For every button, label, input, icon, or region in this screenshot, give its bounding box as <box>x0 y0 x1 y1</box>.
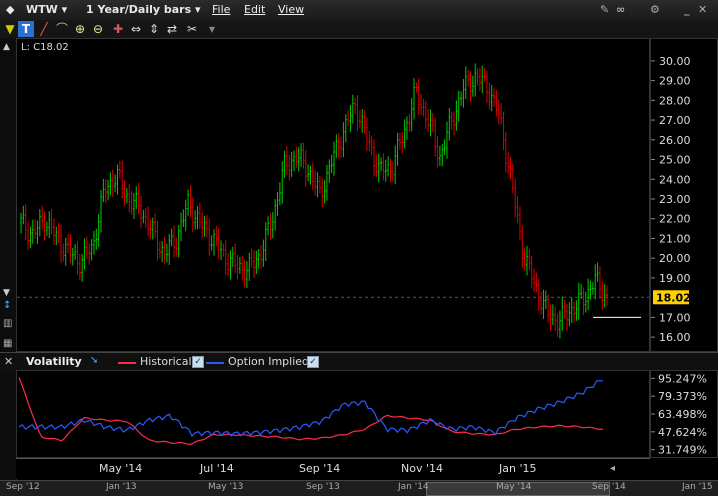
price-tick-label: 28.00 <box>659 94 691 107</box>
grid-icon[interactable]: ▦ <box>3 338 12 349</box>
zoom-in-icon[interactable]: ⊕ <box>72 21 88 37</box>
volatility-axis: 95.247% 79.373% 63.498% 47.624% 31.749% <box>650 370 718 458</box>
vol-tick-label: 79.373% <box>658 390 707 403</box>
scroll-tick: Jan '14 <box>398 482 429 492</box>
scroll-tick: Sep '13 <box>306 482 340 492</box>
last-price-value: 18.02 <box>656 291 691 304</box>
scroll-up-icon[interactable]: ▲ <box>3 42 10 52</box>
volatility-header: ✕ Volatility ➘ Historical ✓ Option Impli… <box>0 352 718 371</box>
tools-icon[interactable]: ✂ <box>184 21 200 37</box>
scroll-right-icon[interactable]: ◂ <box>610 463 615 474</box>
price-tick-label: 27.00 <box>659 114 691 127</box>
wrench-icon[interactable]: ✎ <box>600 3 609 16</box>
date-axis: May '14 Jul '14 Sep '14 Nov '14 Jan '15 … <box>16 458 650 479</box>
price-tick-label: 23.00 <box>659 193 691 206</box>
pan-icon[interactable]: ⇕ <box>146 21 162 37</box>
app-icon: ◆ <box>6 3 15 16</box>
price-chart-panel[interactable]: L: C18.02 <box>16 38 650 352</box>
left-strip: ▲ ▼ ↕ ▥ ▦ ✕ <box>0 38 17 495</box>
more-dropdown-icon[interactable]: ▾ <box>204 21 220 37</box>
price-axis: 30.00 29.00 28.00 27.00 26.00 25.00 24.00 23.00… <box>650 38 718 352</box>
scroll-tick: May '14 <box>496 482 532 492</box>
price-tick-label: 21.00 <box>659 232 691 245</box>
symbol-selector[interactable]: WTW ▾ <box>26 3 67 16</box>
date-tick: Sep '14 <box>299 462 341 475</box>
date-tick: Jul '14 <box>200 462 234 475</box>
vol-tick-label: 63.498% <box>658 408 707 421</box>
date-tick: May '14 <box>99 462 143 475</box>
price-chart-svg <box>17 63 649 339</box>
scroll-tick: Jan '13 <box>106 482 137 492</box>
menu-view[interactable]: View <box>278 3 304 16</box>
price-tick-label: 26.00 <box>659 134 691 147</box>
implied-legend-line <box>206 362 224 364</box>
minimize-icon[interactable]: _ <box>684 3 690 16</box>
close-icon[interactable]: ✕ <box>698 3 707 16</box>
price-tick-label: 30.00 <box>659 55 691 68</box>
bars-icon[interactable]: ▥ <box>3 318 12 329</box>
price-axis-svg: 30.00 29.00 28.00 27.00 26.00 25.00 24.00 23.00… <box>651 55 691 344</box>
settings-icon[interactable]: ⚙ <box>650 3 660 16</box>
historical-volatility-line <box>18 377 604 445</box>
implied-volatility-line <box>18 380 604 438</box>
vol-tick-label: 47.624% <box>658 426 707 439</box>
time-scrollbar[interactable]: Sep '12 Jan '13 May '13 Sep '13 Jan '14 … <box>0 480 718 496</box>
drawing-tools-icon[interactable]: ╱ <box>36 21 52 37</box>
line-tool-icon[interactable]: ⌒ <box>54 21 70 37</box>
scroll-tick: Sep '12 <box>6 482 40 492</box>
price-tick-label: 24.00 <box>659 173 691 186</box>
title-bar: ◆ WTW ▾ 1 Year/Daily bars ▾ File Edit Vi… <box>0 0 718 21</box>
menu-file[interactable]: File <box>212 3 230 16</box>
text-tool-icon[interactable]: T <box>18 21 34 37</box>
historical-legend-line <box>118 362 136 364</box>
close-volatility-icon[interactable]: ✕ <box>4 355 13 368</box>
scroll-tick: Jan '15 <box>682 482 713 492</box>
crosshair-icon[interactable]: ✚ <box>110 21 126 37</box>
price-tick-label: 17.00 <box>659 311 691 324</box>
compress-icon[interactable]: ⇄ <box>164 21 180 37</box>
link-icon[interactable]: ∞ <box>616 3 625 16</box>
scroll-tick: May '13 <box>208 482 244 492</box>
price-tick-label: 16.00 <box>659 331 691 344</box>
price-tick-label: 22.00 <box>659 213 691 226</box>
date-tick: Jan '15 <box>499 462 537 475</box>
implied-checkbox[interactable]: ✓ <box>307 356 319 368</box>
menu-edit[interactable]: Edit <box>244 3 265 16</box>
bar-type-icon[interactable]: ▼ <box>2 21 18 37</box>
volatility-axis-svg: 95.247% 79.373% 63.498% 47.624% 31.749% <box>651 372 707 457</box>
scroll-down-icon[interactable]: ▼ <box>3 288 10 298</box>
implied-legend-label: Option Implied <box>228 355 310 368</box>
volatility-panel[interactable] <box>16 370 650 458</box>
historical-legend-label: Historical <box>140 355 192 368</box>
price-tick-label: 19.00 <box>659 272 691 285</box>
volatility-chart-svg <box>18 377 604 445</box>
zoom-out-icon[interactable]: ⊖ <box>90 21 106 37</box>
price-tick-label: 25.00 <box>659 154 691 167</box>
scroll-tick: Sep '14 <box>592 482 626 492</box>
timeframe-selector[interactable]: 1 Year/Daily bars ▾ <box>86 3 201 16</box>
vol-tick-label: 31.749% <box>658 444 707 457</box>
volatility-title: Volatility <box>26 355 82 368</box>
vol-tick-label: 95.247% <box>658 372 707 385</box>
price-tick-label: 29.00 <box>659 75 691 88</box>
pointer-icon[interactable]: ↕ <box>3 300 11 311</box>
chart-toolbar: ▼ T ╱ ⌒ ⊕ ⊖ ✚ ⇔ ⇕ ⇄ ✂ ▾ <box>0 20 718 39</box>
historical-checkbox[interactable]: ✓ <box>192 356 204 368</box>
price-tick-label: 20.00 <box>659 252 691 265</box>
date-tick: Nov '14 <box>401 462 443 475</box>
volatility-options-icon[interactable]: ➘ <box>90 355 98 366</box>
expand-icon[interactable]: ⇔ <box>128 21 144 37</box>
